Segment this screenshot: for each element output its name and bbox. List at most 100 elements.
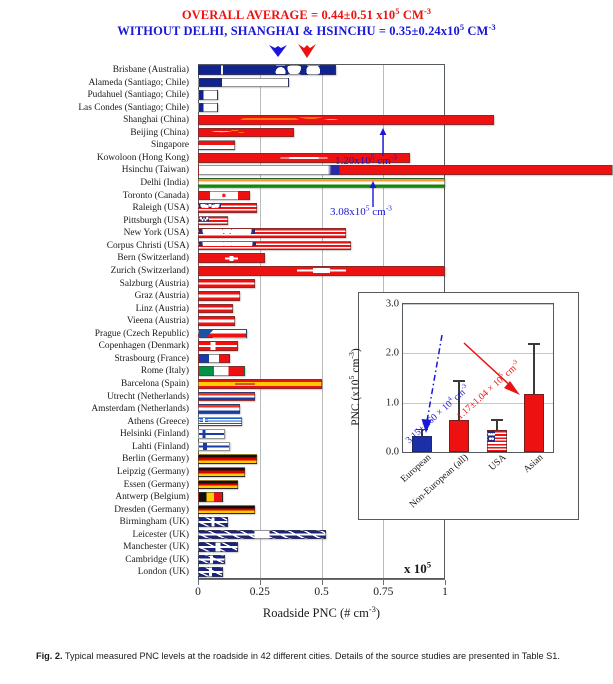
bar-prague-czech-republic[interactable] — [198, 328, 248, 339]
delhi-value-annotation: 3.08x105 cm-3 — [330, 203, 392, 218]
bar-dresden-germany[interactable] — [198, 504, 255, 515]
inset-x-tick-label: European — [398, 452, 434, 485]
inset-y-tick-label: 3.0 — [385, 298, 399, 310]
red-down-arrow-icon — [298, 44, 316, 58]
bar-vieena-austria[interactable] — [198, 316, 236, 326]
city-label: Bern (Switzerland) — [117, 253, 189, 264]
bar-amsterdam-netherlands[interactable] — [198, 404, 240, 414]
city-label: Raleigh (USA) — [132, 203, 189, 214]
bar-cambridge-uk[interactable] — [198, 554, 226, 565]
inset-bar-usa[interactable] — [486, 430, 507, 452]
city-label: Dresden (Germany) — [114, 504, 189, 515]
inset-y-tick-label: 2.0 — [385, 347, 399, 359]
inset-x-tick-label: Asian — [521, 452, 546, 476]
inset-bar-non-european-all[interactable] — [449, 419, 470, 452]
x-tick-label: 0 — [195, 586, 201, 598]
bar-pudahuel-santiago-chile[interactable] — [198, 90, 218, 100]
bar-graz-austria[interactable] — [198, 291, 240, 301]
x-tick-mark — [383, 580, 385, 585]
inset-chart-panel: PNC (x105 cm-3) 0.0 1.0 2.0 3.0 European Non-… — [347, 292, 579, 520]
bar-pittsburgh-usa[interactable] — [198, 215, 228, 226]
city-label: Birmingham (UK) — [119, 517, 189, 528]
bar-essen-germany[interactable] — [198, 479, 238, 490]
x-tick-mark — [321, 580, 323, 585]
x-axis-multiplier-label: x 105 — [404, 559, 432, 576]
inset-gridline — [403, 304, 553, 305]
bar-leipzig-germany[interactable] — [198, 466, 245, 477]
city-label: Rome (Italy) — [140, 366, 189, 377]
city-label: Beijing (China) — [130, 127, 189, 138]
city-label: Amsterdam (Netherlands) — [91, 404, 189, 415]
city-label: Delhi (India) — [140, 178, 189, 189]
bar-singapore[interactable] — [198, 140, 236, 150]
city-label: Utrecht (Netherlands) — [107, 391, 189, 402]
x-tick-mark — [445, 580, 446, 585]
bar-berlin-germany[interactable] — [198, 454, 258, 464]
bar-antwerp-belgium[interactable] — [198, 492, 223, 502]
city-label: Manchester (UK) — [123, 542, 189, 553]
bar-helsinki-finland[interactable] — [198, 429, 226, 439]
inset-y-axis-title: PNC (x105 cm-3) — [346, 348, 362, 426]
bar-salzburg-austria[interactable] — [198, 278, 255, 289]
city-label: Barcelona (Spain) — [121, 379, 189, 390]
bar-manchester-uk[interactable] — [198, 542, 238, 552]
city-label: Strasbourg (France) — [114, 353, 189, 364]
bar-raleigh-usa[interactable] — [198, 203, 258, 213]
bar-delhi-india[interactable] — [198, 178, 445, 188]
city-label: Berlin (Germany) — [122, 454, 189, 465]
bar-las-condes-santiago-chile[interactable] — [198, 102, 218, 113]
bar-strasbourg-france[interactable] — [198, 353, 231, 364]
city-label: London (UK) — [137, 567, 189, 578]
bar-lahti-finland[interactable] — [198, 441, 231, 452]
bar-copenhagen-denmark[interactable] — [198, 341, 238, 351]
city-label: Hsinchu (Taiwan) — [121, 165, 189, 176]
city-label: Prague (Czech Republic) — [94, 328, 189, 339]
bar-barcelona-spain[interactable] — [198, 379, 322, 389]
bar-alameda-santiago-chile[interactable] — [198, 77, 290, 88]
city-label: Graz (Austria) — [134, 291, 189, 302]
city-label: Linz (Austria) — [135, 303, 189, 314]
city-label: Salzburg (Austria) — [119, 278, 189, 289]
bar-rome-italy[interactable] — [198, 366, 245, 377]
bar-leicester-uk[interactable] — [198, 529, 327, 540]
bar-toronto-canada[interactable] — [198, 190, 250, 201]
city-label: Kowoloon (Hong Kong) — [96, 152, 189, 163]
city-label: Zurich (Switzerland) — [110, 265, 189, 276]
bar-bern-switzerland[interactable] — [198, 253, 265, 263]
bar-birmingham-uk[interactable] — [198, 517, 228, 527]
figure-caption: Fig. 2. Typical measured PNC levels at t… — [36, 650, 581, 663]
city-label: Corpus Christi (USA) — [106, 240, 189, 251]
bar-beijing-china[interactable] — [198, 127, 295, 138]
without-outliers-average-text: WITHOUT DELHI, SHANGHAI & HSINCHU = 0.35… — [117, 21, 496, 38]
inset-error-cap — [490, 419, 503, 422]
bar-corpus-christi-usa[interactable] — [198, 240, 352, 251]
bar-hsinchu-taiwan[interactable] — [198, 165, 613, 176]
bar-utrecht-netherlands[interactable] — [198, 391, 255, 402]
city-label: Lahti (Finland) — [131, 441, 189, 452]
city-label: Vieena (Austria) — [126, 316, 189, 327]
x-tick-label: 0.75 — [373, 586, 394, 598]
bar-linz-austria[interactable] — [198, 303, 233, 314]
city-label: Cambridge (UK) — [125, 554, 189, 565]
city-label: Brisbane (Australia) — [112, 65, 189, 75]
delhi-up-arrow-icon — [369, 181, 377, 207]
inset-error-bar — [533, 342, 536, 395]
city-label: Essen (Germany) — [123, 479, 189, 490]
inset-y-tick-label: 0.0 — [385, 446, 399, 458]
bar-shanghai-china[interactable] — [198, 115, 495, 125]
x-tick-label: 1 — [442, 586, 448, 598]
city-label: Shanghai (China) — [123, 115, 189, 126]
x-tick-mark — [259, 580, 261, 585]
bar-zurich-switzerland[interactable] — [198, 265, 445, 276]
european-annotation-arrow-icon — [421, 334, 443, 433]
average-marker-row — [0, 43, 613, 59]
bar-new-york-usa[interactable] — [198, 228, 347, 238]
bar-london-uk[interactable] — [198, 567, 223, 578]
inset-error-cap — [528, 342, 541, 345]
city-label: Leipzig (Germany) — [116, 466, 189, 477]
bar-athens-greece[interactable] — [198, 416, 243, 427]
shanghai-value-annotation: 1.20x105 cm-3 — [335, 152, 397, 167]
inset-bar-asian[interactable] — [524, 394, 545, 452]
city-label: Leicester (UK) — [132, 529, 189, 540]
bar-brisbane-australia[interactable] — [198, 65, 337, 75]
